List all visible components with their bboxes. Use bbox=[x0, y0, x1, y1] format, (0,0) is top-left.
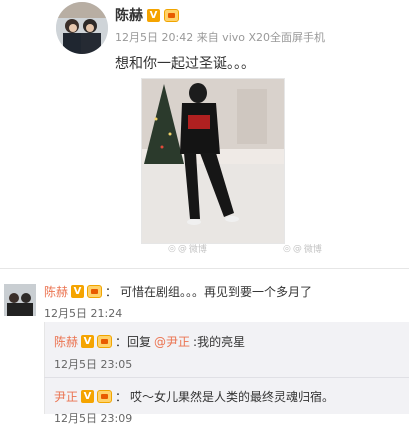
verified-v-icon: V bbox=[81, 335, 95, 348]
comment-avatar[interactable] bbox=[4, 284, 36, 316]
weibo-watermark-icon: ◎ bbox=[168, 243, 176, 254]
comment-row: 陈赫 V ： 可惜在剧组。。。再见到要一个多月了 bbox=[44, 283, 312, 300]
reply-author[interactable]: 尹正 bbox=[54, 388, 78, 405]
avatar-photo bbox=[56, 2, 108, 54]
verified-v-icon: V bbox=[147, 8, 160, 22]
member-crown-icon bbox=[97, 390, 113, 403]
section-divider bbox=[0, 268, 409, 269]
post-photo[interactable] bbox=[141, 78, 285, 244]
comment-text: 可惜在剧组。。。再见到要一个多月了 bbox=[120, 285, 313, 299]
reply-divider bbox=[44, 377, 409, 378]
member-crown-icon bbox=[87, 285, 103, 298]
post-author-row: 陈赫 V bbox=[115, 5, 179, 25]
verified-v-icon: V bbox=[81, 390, 95, 403]
reply-time: 12月5日 23:09 bbox=[54, 412, 133, 425]
reply-row-2: 尹正 V ： 哎～女儿果然是人类的最终灵魂归宿。 bbox=[54, 388, 334, 405]
post-meta: 12月5日 20:42 来自 vivo X20全面屏手机 bbox=[115, 31, 326, 44]
comment-author[interactable]: 陈赫 bbox=[44, 283, 68, 300]
verified-v-icon: V bbox=[71, 285, 85, 298]
reply-mention-link[interactable]: @尹正 bbox=[154, 333, 190, 350]
weibo-watermark-icon: ◎ bbox=[283, 243, 291, 254]
comment-avatar-photo bbox=[4, 284, 36, 316]
reply-prefix: ：回复 bbox=[115, 335, 152, 349]
watermark-left: ◎ @ 微博 bbox=[168, 243, 207, 256]
reply-text: :我的亮星 bbox=[193, 335, 246, 349]
comment-separator: ： bbox=[105, 285, 118, 299]
comment-time: 12月5日 21:24 bbox=[44, 307, 123, 320]
watermark-right: ◎ @ 微博 bbox=[283, 243, 322, 256]
reply-time: 12月5日 23:05 bbox=[54, 358, 133, 371]
reply-separator: ： bbox=[115, 390, 128, 404]
reply-row-1: 陈赫 V ：回复 @尹正 :我的亮星 bbox=[54, 333, 245, 350]
reply-text: 哎～女儿果然是人类的最终灵魂归宿。 bbox=[130, 390, 335, 404]
reply-author[interactable]: 陈赫 bbox=[54, 333, 78, 350]
post-text: 想和你一起过圣诞。。。 bbox=[115, 56, 255, 72]
member-crown-icon bbox=[164, 8, 179, 22]
post-author-name[interactable]: 陈赫 bbox=[115, 5, 143, 25]
author-avatar[interactable] bbox=[56, 2, 108, 54]
member-crown-icon bbox=[97, 335, 113, 348]
photo-image bbox=[142, 79, 284, 243]
